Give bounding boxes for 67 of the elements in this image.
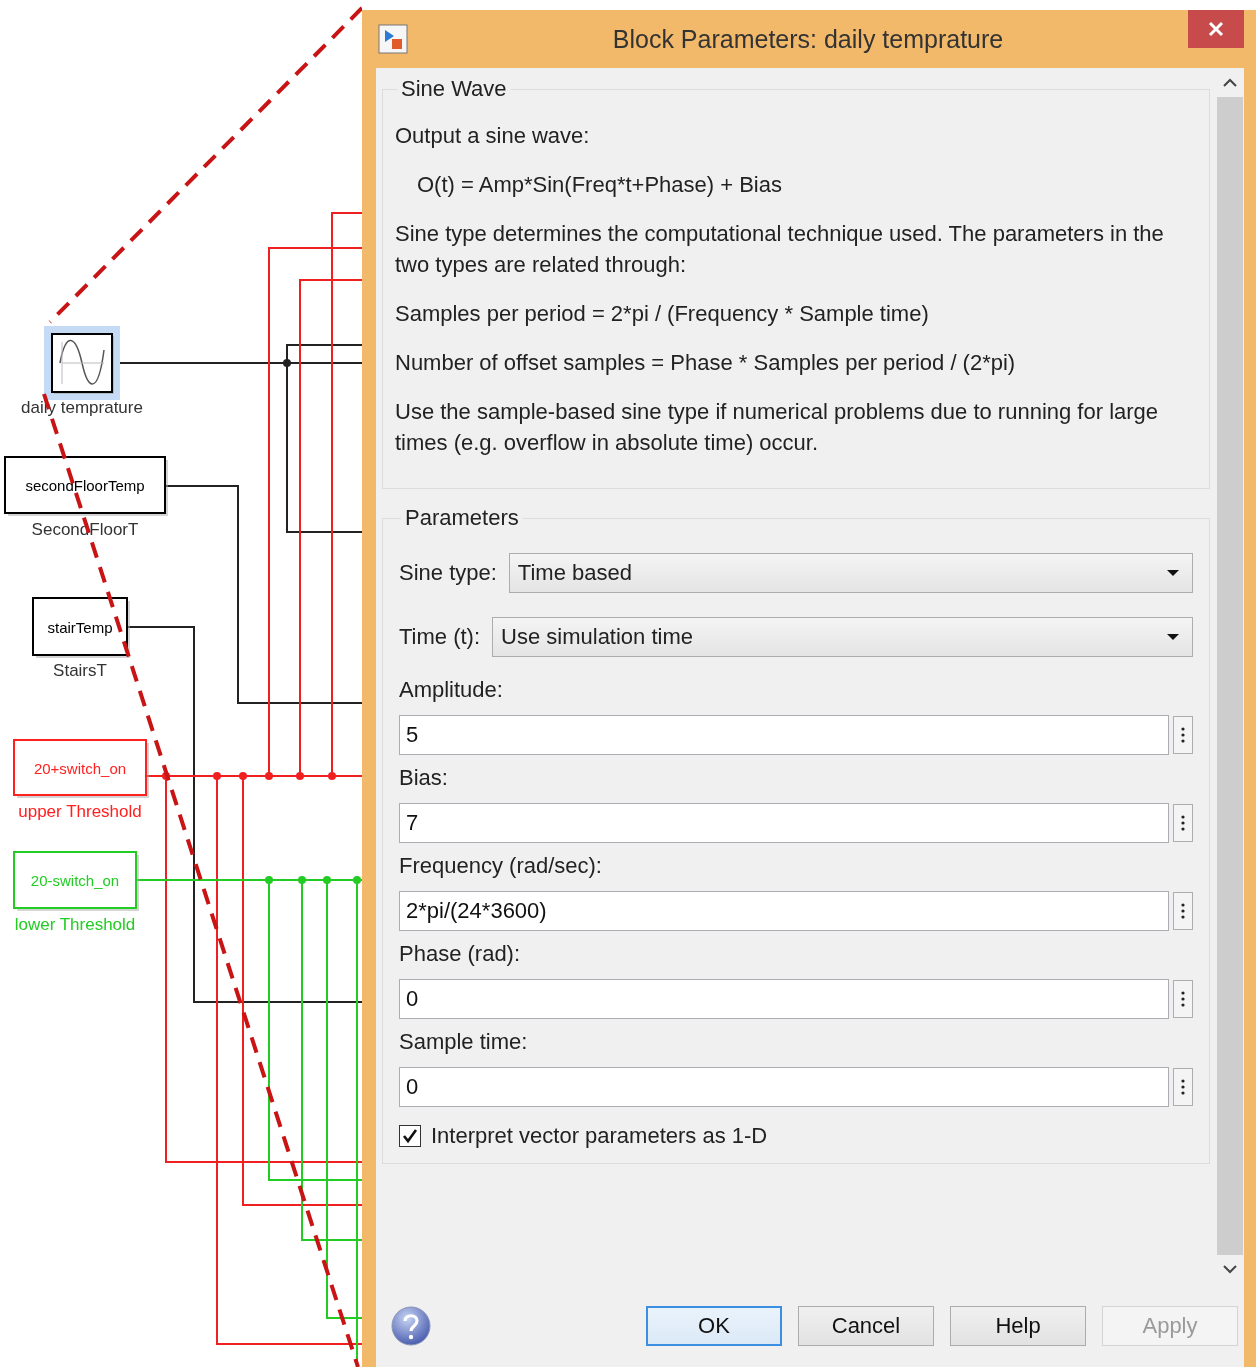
junction-dot	[265, 876, 273, 884]
field-label: Phase (rad):	[399, 941, 522, 967]
description-text: Sine type determines the computational technique used. The parameters in the two types are related through:	[395, 220, 1165, 279]
input-field[interactable]: 5	[399, 715, 1169, 755]
more-options-button[interactable]	[1173, 892, 1193, 930]
block-label: SecondFloorT	[31, 520, 139, 539]
more-options-button[interactable]	[1173, 980, 1193, 1018]
junction-dot	[298, 876, 306, 884]
block-label: upper Threshold	[18, 802, 142, 821]
input-field[interactable]: 2*pi/(24*3600)	[399, 891, 1169, 931]
junction-dot	[239, 772, 247, 780]
block-label: StairsT	[53, 661, 107, 680]
block-label: lower Threshold	[14, 915, 136, 934]
dropdown-arrow-icon	[1166, 633, 1180, 641]
block-name: secondFloorTemp	[25, 477, 145, 494]
formula-text: O(t) = Amp*Sin(Freq*t+Phase) + Bias	[416, 171, 783, 199]
dropdown[interactable]: Use simulation time	[492, 617, 1193, 657]
more-options-button[interactable]	[1173, 716, 1193, 754]
description-text: Output a sine wave:	[395, 122, 591, 150]
junction-dot	[296, 772, 304, 780]
junction-dot	[328, 772, 336, 780]
junction-dot	[265, 772, 273, 780]
field-label: Sample time:	[399, 1029, 529, 1055]
junction-dot	[353, 876, 361, 884]
group-title: Parameters	[404, 505, 520, 531]
input-field[interactable]: 7	[399, 803, 1169, 843]
more-options-icon	[1181, 902, 1185, 920]
help-icon[interactable]	[390, 1304, 432, 1347]
close-icon	[1208, 21, 1224, 37]
scroll-down-icon	[1223, 1265, 1237, 1274]
junction-dot	[283, 359, 291, 367]
junction-dot	[213, 772, 221, 780]
block-name: stairTemp	[47, 618, 113, 636]
checkbox[interactable]	[399, 1125, 421, 1147]
description-text: Use the sample-based sine type if numerical problems due to running for large times (e.g. overflow in absolute time) occur.	[395, 398, 1160, 457]
subsystem-block[interactable]	[4, 456, 168, 516]
block-name: 20-switch_on	[30, 872, 120, 889]
more-options-button[interactable]	[1173, 1068, 1193, 1106]
dropdown-arrow-icon	[1166, 569, 1180, 577]
more-options-icon	[1181, 1078, 1185, 1096]
block-icon	[378, 24, 408, 54]
input-field[interactable]: 0	[399, 1067, 1169, 1107]
more-options-button[interactable]	[1173, 804, 1193, 842]
dialog-button[interactable]: Help	[950, 1305, 1086, 1346]
field-label: Time (t):	[399, 624, 481, 650]
field-label: Amplitude:	[399, 677, 504, 703]
sine-wave-block[interactable]	[44, 326, 120, 400]
field-label: Frequency (rad/sec):	[399, 853, 603, 879]
subsystem-block[interactable]	[32, 597, 130, 658]
checkbox-label: Interpret vector parameters as 1-D	[431, 1123, 768, 1149]
dialog-button[interactable]: Cancel	[798, 1305, 934, 1346]
more-options-icon	[1181, 990, 1185, 1008]
field-label: Bias:	[399, 765, 449, 791]
more-options-icon	[1181, 726, 1185, 744]
close-button[interactable]	[1188, 10, 1244, 48]
more-options-icon	[1181, 814, 1185, 832]
description-text: Number of offset samples = Phase * Samples per period / (2*pi)	[395, 349, 1017, 377]
field-label: Sine type:	[399, 560, 497, 586]
dialog-button[interactable]: OK	[646, 1305, 782, 1346]
scroll-up-icon	[1223, 78, 1237, 87]
group-title: Sine Wave	[400, 76, 508, 102]
input-field[interactable]: 0	[399, 979, 1169, 1019]
window-title: Block Parameters: daily temprature	[611, 24, 1005, 54]
dropdown[interactable]: Time based	[508, 553, 1193, 593]
junction-dot	[323, 876, 331, 884]
block-name: 20+switch_on	[33, 759, 127, 777]
description-text: Samples per period = 2*pi / (Frequency * Sample time)	[395, 300, 930, 328]
